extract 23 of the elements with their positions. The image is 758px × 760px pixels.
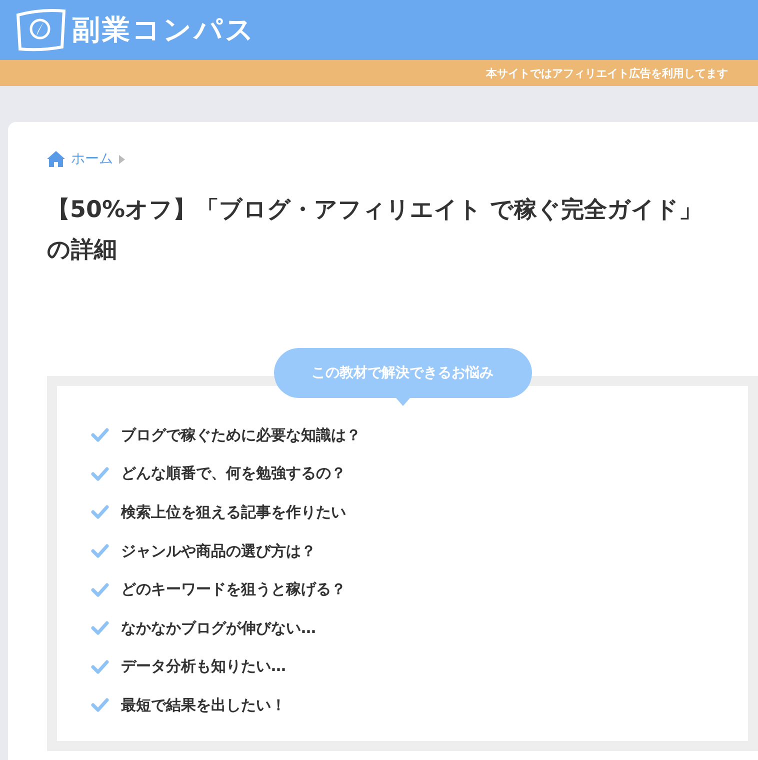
problem-item: ジャンルや商品の選び方は？ — [121, 542, 316, 561]
check-icon — [91, 466, 109, 481]
check-icon — [91, 698, 109, 712]
problem-item: 検索上位を狙える記事を作りたい — [121, 502, 346, 522]
check-icon — [91, 660, 109, 674]
ad-notice: 本サイトではアフィリエイト広告を利用してます — [486, 66, 728, 80]
problem-item: どのキーワードを狙うと稼げる？ — [121, 580, 346, 600]
home-icon — [47, 151, 65, 167]
problem-item: どんな順番で、何を勉強するの？ — [121, 464, 346, 484]
check-icon — [91, 428, 109, 442]
check-icon — [91, 544, 109, 558]
site-name[interactable]: 副業コンパス — [72, 11, 256, 49]
bubble-pointer — [396, 398, 410, 406]
problem-item: 最短で結果を出したい！ — [121, 696, 286, 715]
chevron-icon — [119, 154, 125, 164]
problem-item: なかなかブログが伸びない… — [121, 618, 316, 638]
check-icon — [91, 582, 109, 597]
check-icon — [91, 621, 109, 636]
problem-item: ブログで稼ぐために必要な知識は？ — [121, 426, 361, 445]
check-icon — [91, 505, 109, 520]
breadcrumb-link[interactable]: ホーム — [71, 150, 113, 168]
problem-item: データ分析も知りたい… — [121, 657, 286, 676]
page-title: 【50%オフ】「ブログ・アフィリエイト で稼ぐ完全ガイド」の詳細 — [47, 196, 704, 265]
